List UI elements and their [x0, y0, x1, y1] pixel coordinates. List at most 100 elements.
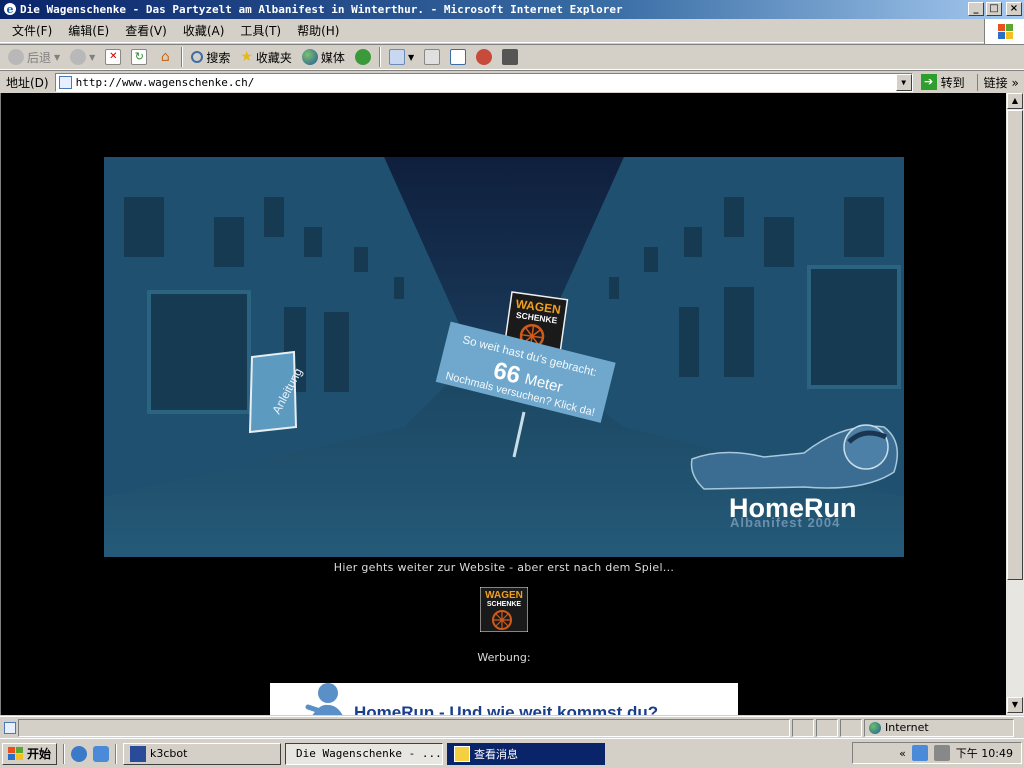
- window-title: Die Wagenschenke - Das Partyzelt am Alba…: [20, 3, 623, 16]
- back-button[interactable]: 后退 ▼: [4, 46, 64, 68]
- app-icon: [130, 745, 147, 762]
- refresh-button[interactable]: ↻: [127, 46, 151, 68]
- taskbar: 开始 k3cbot Die Wagenschenke - ... 查看消息 « …: [0, 738, 1024, 768]
- history-button[interactable]: [351, 46, 375, 68]
- security-zone: Internet: [864, 718, 1014, 737]
- status-cell: [792, 718, 814, 737]
- ad-banner[interactable]: HomeRun - Und wie weit kommst du?: [270, 683, 738, 715]
- title-bar: e Die Wagenschenke - Das Partyzelt am Al…: [0, 0, 1024, 19]
- links-toolbar-button[interactable]: 链接 »: [976, 73, 1019, 91]
- scroll-thumb[interactable]: [1007, 110, 1023, 580]
- svg-text:e: e: [7, 3, 14, 16]
- ad-text: HomeRun - Und wie weit kommst du?: [354, 703, 659, 715]
- small-logo-schenke: SCHENKE: [487, 601, 522, 608]
- mail-button[interactable]: ▼: [385, 46, 418, 68]
- page-status-icon: [4, 721, 16, 734]
- continue-link[interactable]: Hier gehts weiter zur Website - aber ers…: [1, 561, 1006, 574]
- search-label: 搜索: [206, 50, 231, 65]
- system-tray: « 下午 10:49: [852, 742, 1022, 764]
- stop-button[interactable]: ✕: [101, 46, 125, 68]
- chevron-down-icon: ▼: [407, 52, 415, 62]
- task-view-message[interactable]: 查看消息: [447, 742, 606, 765]
- minimize-button[interactable]: _: [968, 2, 984, 16]
- message-icon: [454, 745, 471, 762]
- menu-favorites[interactable]: 收藏(A): [175, 22, 233, 39]
- search-icon: [191, 51, 204, 63]
- chevron-down-icon: ▼: [54, 52, 61, 62]
- menu-tools[interactable]: 工具(T): [232, 22, 289, 39]
- menu-view[interactable]: 查看(V): [117, 22, 175, 39]
- vertical-scrollbar[interactable]: ▲ ▼: [1006, 93, 1024, 715]
- discuss-button[interactable]: [472, 46, 496, 68]
- printer-icon: [424, 49, 441, 65]
- zone-label: Internet: [885, 721, 929, 734]
- media-label: 媒体: [320, 50, 345, 65]
- back-label: 后退: [27, 50, 52, 65]
- network-tray-icon[interactable]: [911, 745, 928, 761]
- start-button[interactable]: 开始: [2, 742, 58, 765]
- scroll-up-button[interactable]: ▲: [1007, 93, 1023, 109]
- speaker-tray-icon[interactable]: [933, 745, 950, 761]
- scroll-down-button[interactable]: ▼: [1007, 697, 1023, 713]
- taskbar-separator: [63, 743, 66, 764]
- taskbar-separator: [115, 743, 118, 764]
- media-button[interactable]: 媒体: [298, 46, 349, 68]
- windows-logo-icon: [984, 19, 1024, 44]
- start-label: 开始: [27, 747, 52, 761]
- forward-button[interactable]: ▼: [66, 46, 99, 68]
- close-button[interactable]: ×: [1006, 2, 1022, 16]
- homerun-game[interactable]: Anleitung WAGEN SCHENKE So weit hast du'…: [104, 157, 904, 557]
- wagenschenke-small-logo[interactable]: WAGEN SCHENKE: [480, 587, 528, 632]
- go-arrow-icon: ➔: [920, 74, 937, 90]
- ie-quicklaunch-icon[interactable]: [71, 745, 88, 762]
- home-button[interactable]: ⌂: [153, 46, 177, 68]
- task-k3cbot[interactable]: k3cbot: [123, 742, 282, 765]
- address-bar: 地址(D) http://www.wagenschenke.ch/ ▼ ➔ 转到…: [0, 70, 1024, 93]
- standard-toolbar: 后退 ▼ ▼ ✕ ↻ ⌂ 搜索 ★ 收藏夹 媒体 ▼: [0, 44, 1024, 70]
- character-icon: [305, 683, 343, 715]
- outlook-quicklaunch-icon[interactable]: [93, 745, 110, 762]
- clock[interactable]: 下午 10:49: [956, 745, 1013, 761]
- history-icon: [354, 49, 371, 65]
- page-icon: [58, 75, 72, 89]
- windows-flag-icon: [8, 746, 23, 760]
- star-icon: ★: [240, 49, 253, 65]
- address-label: 地址(D): [6, 75, 49, 90]
- discuss-icon: [476, 49, 493, 65]
- messenger-button[interactable]: [498, 46, 522, 68]
- menu-help[interactable]: 帮助(H): [289, 22, 347, 39]
- links-label: 链接: [983, 75, 1008, 90]
- menu-file[interactable]: 文件(F): [4, 22, 60, 39]
- toolbar-separator: [181, 47, 184, 67]
- task-label: Die Wagenschenke - ...: [296, 747, 442, 760]
- menu-edit[interactable]: 编辑(E): [60, 22, 117, 39]
- address-input[interactable]: http://www.wagenschenke.ch/ ▼: [54, 72, 913, 92]
- mail-icon: [388, 49, 405, 65]
- address-dropdown-chevron-icon[interactable]: ▼: [895, 73, 912, 91]
- homerun-subtitle: Albanifest 2004: [730, 515, 840, 530]
- toolbar-separator: [378, 47, 381, 67]
- task-label: 查看消息: [474, 747, 519, 761]
- chevron-down-icon: ▼: [89, 52, 96, 62]
- stop-icon: ✕: [105, 49, 122, 65]
- back-arrow-icon: [8, 49, 24, 65]
- small-logo-wagen: WAGEN: [485, 590, 523, 601]
- globe-icon: [869, 721, 881, 734]
- forward-arrow-icon: [70, 49, 87, 65]
- edit-page-icon: [450, 49, 467, 65]
- address-url: http://www.wagenschenke.ch/: [75, 75, 255, 89]
- page-content[interactable]: Anleitung WAGEN SCHENKE So weit hast du'…: [0, 93, 1006, 715]
- go-button[interactable]: ➔ 转到: [920, 74, 965, 91]
- favorites-label: 收藏夹: [255, 50, 292, 65]
- maximize-button[interactable]: □: [986, 2, 1002, 16]
- menu-bar: 文件(F) 编辑(E) 查看(V) 收藏(A) 工具(T) 帮助(H): [0, 19, 1024, 43]
- task-wagenschenke[interactable]: Die Wagenschenke - ...: [285, 742, 444, 765]
- favorites-button[interactable]: ★ 收藏夹: [236, 46, 296, 68]
- status-text-cell: [18, 718, 790, 737]
- ie-icon: e: [4, 3, 16, 16]
- tray-expand-chevron-icon[interactable]: «: [899, 747, 906, 760]
- ad-label: Werbung:: [477, 651, 531, 664]
- search-button[interactable]: 搜索: [187, 46, 234, 68]
- edit-button[interactable]: [446, 46, 470, 68]
- print-button[interactable]: [420, 46, 444, 68]
